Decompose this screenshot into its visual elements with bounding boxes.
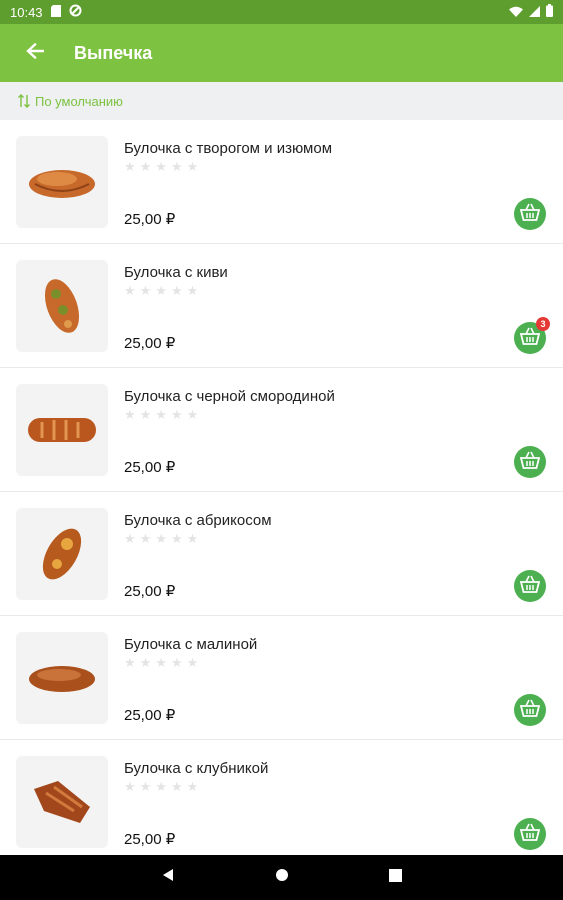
back-button[interactable] [0,24,70,82]
star-icon: ★ [155,531,167,546]
rating-stars: ★ ★ ★ ★ ★ [124,780,198,793]
star-icon: ★ [186,655,199,670]
add-to-cart-button[interactable] [514,198,546,230]
product-list[interactable]: Булочка с творогом и изюмом ★ ★ ★ ★ ★ 25,00 … [0,120,563,855]
battery-icon [546,4,553,20]
star-icon: ★ [170,407,183,422]
status-time: 10:43 [10,4,43,20]
product-image [16,632,108,724]
product-name: Булочка с творогом и изюмом [124,140,333,157]
rating-stars: ★ ★ ★ ★ ★ [124,656,198,669]
star-icon: ★ [170,655,183,670]
star-icon: ★ [139,407,152,422]
rating-stars: ★ ★ ★ ★ ★ [124,408,198,421]
star-icon: ★ [186,283,199,298]
product-image [16,508,108,600]
basket-icon [519,327,541,350]
star-icon: ★ [124,531,136,546]
product-image [16,136,108,228]
star-icon: ★ [170,779,183,794]
data-saver-icon [69,4,82,20]
wifi-icon [509,5,523,20]
star-icon: ★ [139,159,152,174]
star-icon: ★ [124,779,136,794]
product-name: Булочка с клубникой [124,760,269,777]
product-name: Булочка с абрикосом [124,512,272,529]
star-icon: ★ [155,655,167,670]
star-icon: ★ [139,779,152,794]
add-to-cart-button[interactable] [514,694,546,726]
star-icon: ★ [124,407,136,422]
product-price: 25,00 ₽ [124,583,176,600]
add-to-cart-button[interactable]: 3 [514,317,550,354]
product-price: 25,00 ₽ [124,707,176,724]
status-bar: 10:43 [0,0,563,24]
rating-stars: ★ ★ ★ ★ ★ [124,532,198,545]
product-item[interactable]: Булочка с малиной ★ ★ ★ ★ ★ 25,00 ₽ [0,616,563,740]
star-icon: ★ [124,283,136,298]
product-item[interactable]: Булочка с клубникой ★ ★ ★ ★ ★ 25,00 ₽ [0,740,563,855]
star-icon: ★ [124,655,136,670]
product-price: 25,00 ₽ [124,831,176,848]
star-icon: ★ [139,531,152,546]
star-icon: ★ [186,779,199,794]
star-icon: ★ [124,159,136,174]
nav-home-icon[interactable] [275,868,289,887]
product-price: 25,00 ₽ [124,211,176,228]
star-icon: ★ [170,159,183,174]
star-icon: ★ [139,655,152,670]
star-icon: ★ [139,283,152,298]
sd-card-icon [50,4,61,20]
star-icon: ★ [155,779,167,794]
product-item[interactable]: Булочка с творогом и изюмом ★ ★ ★ ★ ★ 25,00 … [0,120,563,244]
arrow-back-icon [26,42,45,64]
basket-icon [519,575,541,598]
rating-stars: ★ ★ ★ ★ ★ [124,160,198,173]
add-to-cart-button[interactable] [514,446,546,478]
app-bar: Выпечка [0,24,563,82]
star-icon: ★ [186,407,199,422]
product-item[interactable]: Булочка с абрикосом ★ ★ ★ ★ ★ 25,00 ₽ [0,492,563,616]
rating-stars: ★ ★ ★ ★ ★ [124,284,198,297]
basket-icon [519,451,541,474]
sort-label: По умолчанию [35,93,123,109]
star-icon: ★ [170,531,183,546]
star-icon: ★ [186,159,199,174]
nav-recents-icon[interactable] [389,868,402,887]
basket-icon [519,699,541,722]
star-icon: ★ [170,283,183,298]
product-image [16,756,108,848]
page-title: Выпечка [74,42,153,63]
product-price: 25,00 ₽ [124,459,176,476]
signal-icon [529,5,540,20]
product-name: Булочка с киви [124,264,228,281]
product-price: 25,00 ₽ [124,335,176,352]
product-item[interactable]: Булочка с киви ★ ★ ★ ★ ★ 25,00 ₽ 3 [0,244,563,368]
product-name: Булочка с малиной [124,636,258,653]
product-image [16,260,108,352]
product-image [16,384,108,476]
basket-icon [519,203,541,226]
star-icon: ★ [186,531,199,546]
add-to-cart-button[interactable] [514,570,546,602]
product-item[interactable]: Булочка с черной смородиной ★ ★ ★ ★ ★ 25,00 … [0,368,563,492]
sort-icon [18,94,30,108]
product-name: Булочка с черной смородиной [124,388,335,405]
cart-count-badge: 3 [536,317,550,331]
star-icon: ★ [155,283,167,298]
star-icon: ★ [155,407,167,422]
sort-button[interactable]: По умолчанию [0,82,563,120]
system-nav-bar [0,855,563,900]
nav-back-icon[interactable] [161,868,175,887]
star-icon: ★ [155,159,167,174]
basket-icon [519,823,541,846]
add-to-cart-button[interactable] [514,818,546,850]
